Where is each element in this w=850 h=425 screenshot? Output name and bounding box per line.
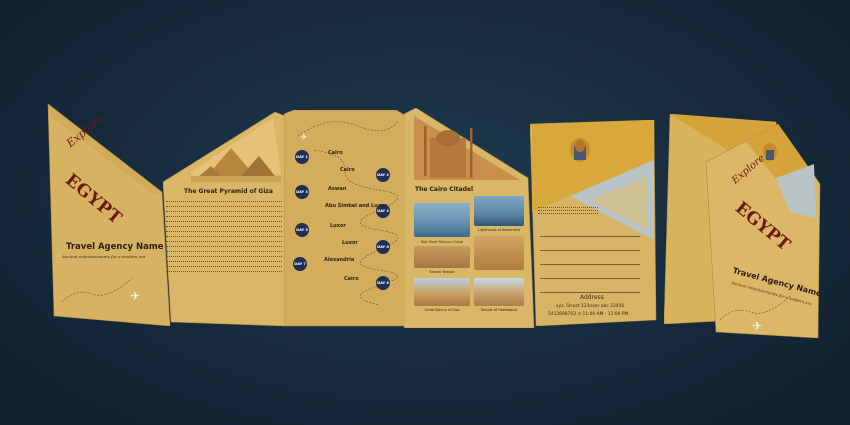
day-badge-3: DAY 3 [295, 185, 309, 199]
contact-line-3 [540, 264, 640, 265]
contact-line-2 [540, 250, 640, 251]
day-city-7: Alexandria [324, 257, 355, 263]
contact-address-label: Address [580, 294, 604, 301]
photo-felucca [414, 203, 470, 237]
contact-phone-hours: 5412698703 ◷ 11:00 AM - 11:00 PM [548, 312, 629, 317]
contact-line-1 [540, 236, 640, 237]
contact-address: xyz, Street 123near abc 23456 [556, 304, 625, 309]
day-city-3: Aswan [328, 186, 347, 192]
caption-karnak: Karnak Temple [429, 270, 455, 274]
itinerary-panel: ✈ [284, 110, 406, 327]
day-city-5: Luxor [330, 223, 346, 229]
pyramid-heading: The Great Pyramid of Giza [184, 188, 273, 195]
citadel-heading: The Cairo Citadel [415, 186, 473, 193]
caption-hatshepsut: Temple of Hatshepsut [480, 308, 518, 312]
day-badge-2: DAY 2 [376, 168, 390, 182]
caption-felucca: Nile River Felucca Cruise [421, 240, 463, 244]
day-city-8: Cairo [344, 276, 359, 282]
photo-abu-simbel [474, 236, 524, 270]
svg-text:✈: ✈ [300, 133, 308, 143]
svg-text:✈: ✈ [752, 319, 762, 333]
day-badge-6: DAY 6 [376, 240, 390, 254]
contact-line-5 [540, 292, 640, 293]
svg-text:✈: ✈ [130, 289, 140, 303]
day-badge-7: DAY 7 [293, 257, 307, 271]
left-agency-name: Travel Agency Name [66, 242, 164, 252]
contact-body-text [538, 206, 598, 218]
photo-sphinx [414, 278, 470, 306]
caption-sphinx: Great Sphinx of Giza [424, 308, 460, 312]
day-badge-1: DAY 1 [295, 150, 309, 164]
day-city-2: Cairo [340, 167, 355, 173]
day-city-1: Cairo [328, 150, 343, 156]
day-badge-8: DAY 8 [376, 276, 390, 290]
left-tagline: Ancient entertainments for a modern era [62, 254, 146, 259]
day-city-4: Abu Simbel and Luxor [325, 203, 387, 209]
day-city-6: Luxor [342, 240, 358, 246]
caption-lighthouse: Lighthouse of Alexandria [477, 228, 521, 232]
photo-karnak [414, 246, 470, 268]
contact-line-4 [540, 278, 640, 279]
brochure-mockup: ✈ Explore EGYPT Travel Agency Name Ancie… [0, 0, 850, 425]
photo-hatshepsut [474, 278, 524, 306]
day-badge-5: DAY 5 [295, 223, 309, 237]
photo-lighthouse [474, 196, 524, 226]
pyramid-body-text [166, 200, 282, 318]
